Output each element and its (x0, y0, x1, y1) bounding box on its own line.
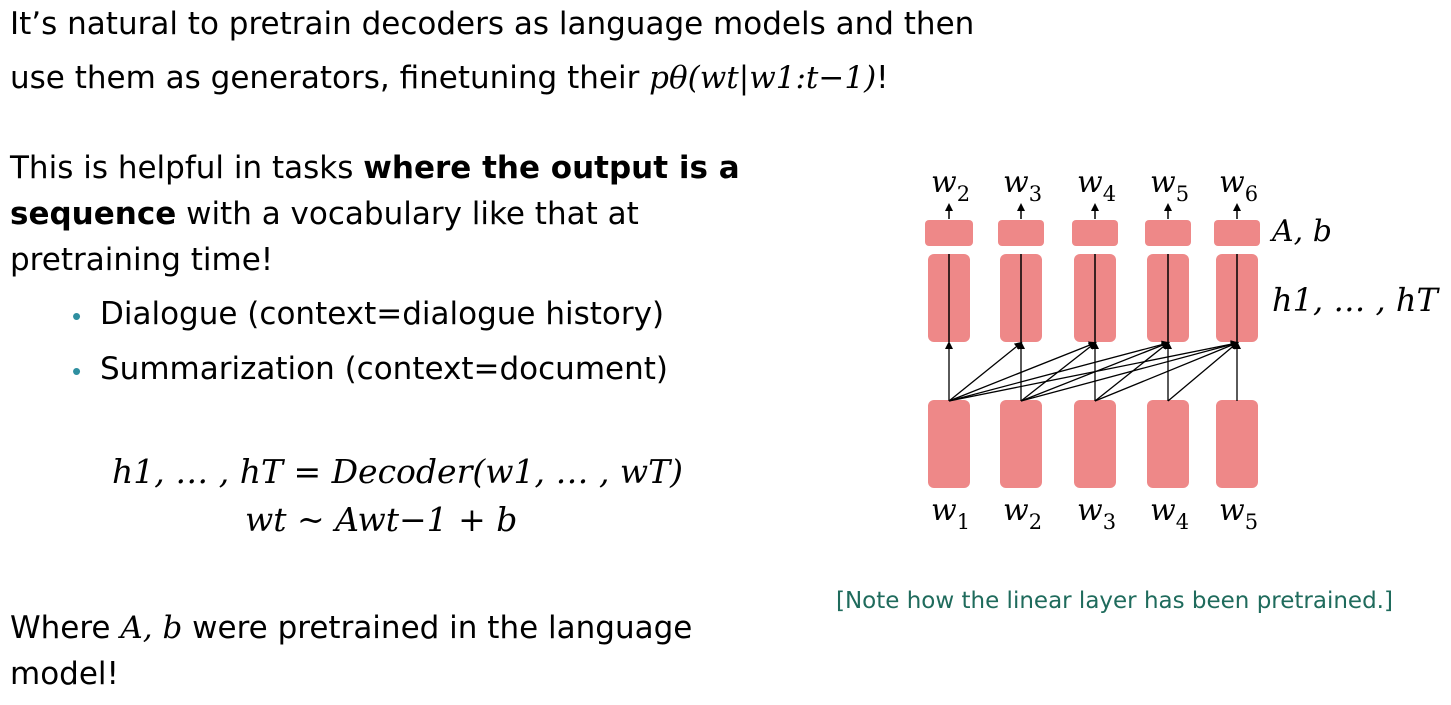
attention-connection (948, 341, 1097, 402)
linear-layer-block (1072, 220, 1118, 246)
input-embedding-block (1147, 400, 1189, 488)
hidden-states-label: h1, … , hT (1272, 281, 1440, 319)
linear-layer-block (1145, 220, 1191, 246)
attention-connection (948, 340, 1239, 402)
output-token-label: w4 (1077, 165, 1116, 206)
input-token-label: w1 (931, 493, 970, 534)
attention-connection (1094, 341, 1239, 402)
attention-connection (948, 341, 1023, 402)
output-token-label: w3 (1003, 165, 1042, 206)
diagram-layer: w2 w3 w4 w5 w6 w1 w2 w3 w4 w5 A, b h1, … , hT (925, 165, 1440, 534)
output-token-label: w5 (1150, 165, 1189, 206)
input-embedding-block (1074, 400, 1116, 488)
output-token-label: w6 (1219, 165, 1258, 206)
linear-layer-block (925, 220, 973, 246)
input-token-label: w4 (1150, 493, 1189, 534)
linear-layer-label: A, b (1269, 214, 1332, 249)
input-embedding-block (1216, 400, 1258, 488)
input-embedding-block (1000, 400, 1042, 488)
input-token-label: w2 (1003, 493, 1042, 534)
linear-layer-block (998, 220, 1044, 246)
input-token-label: w3 (1077, 493, 1116, 534)
input-embedding-block (928, 400, 970, 488)
input-token-label: w5 (1219, 493, 1258, 534)
attention-connection (948, 340, 1170, 402)
output-token-label: w2 (931, 165, 970, 206)
attention-connection (1020, 340, 1239, 402)
note-caption: [Note how the linear layer has been pret… (836, 588, 1393, 614)
linear-layer-block (1214, 220, 1260, 246)
slide: It’s natural to pretrain decoders as lan… (0, 0, 1451, 705)
